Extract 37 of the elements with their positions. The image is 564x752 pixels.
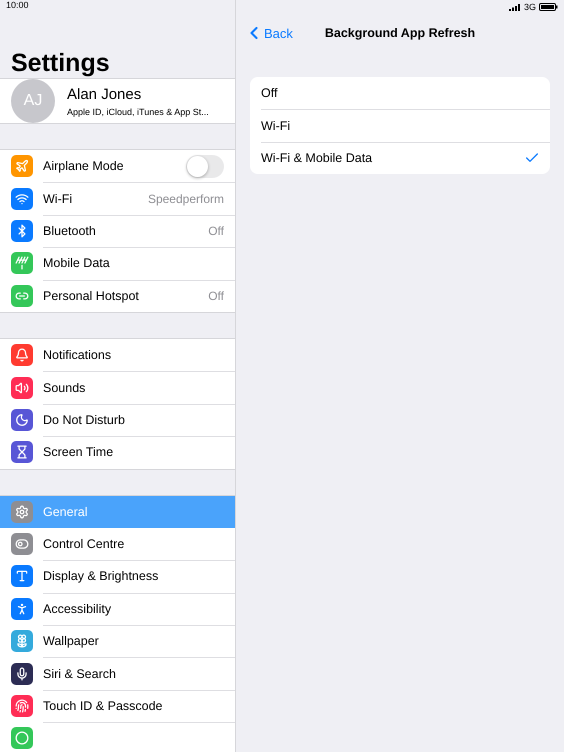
battery-icon [539, 3, 558, 11]
option-row[interactable]: Wi-Fi [250, 109, 550, 142]
profile-subtitle: Apple ID, iCloud, iTunes & App St... [67, 106, 209, 116]
settings-title: Settings [11, 48, 111, 78]
row-label: Airplane Mode [43, 159, 124, 174]
row-label: Notifications [43, 348, 112, 362]
row-label: Wi-Fi [43, 192, 72, 206]
row-value: Speedperform [148, 192, 224, 206]
signal-icon [508, 4, 521, 10]
profile-row[interactable]: AJ Alan Jones Apple ID, iCloud, iTunes & App St... [0, 78, 235, 124]
option-row[interactable]: Wi-Fi & Mobile Data [250, 142, 550, 174]
row-label: Bluetooth [43, 224, 96, 238]
avatar: AJ [11, 79, 55, 123]
row-label: Wallpaper [43, 634, 99, 648]
row-label: Display & Brightness [43, 569, 158, 584]
row-value: Off [208, 224, 224, 238]
profile-name: Alan Jones [67, 86, 142, 102]
row-label: General [43, 504, 88, 519]
option-label: Wi-Fi & Mobile Data [261, 150, 372, 165]
row-label: Touch ID & Passcode [43, 699, 163, 714]
row-label: Mobile Data [43, 256, 110, 270]
option-row[interactable]: Off [250, 77, 550, 110]
status-time: 10:00 [6, 0, 29, 10]
row-label: Siri & Search [43, 666, 116, 681]
row-label: Personal Hotspot [43, 288, 139, 303]
row-value: Off [208, 288, 224, 303]
row-label: Control Centre [43, 537, 124, 552]
row-label: Sounds [43, 380, 86, 395]
toggle-switch[interactable] [186, 154, 224, 178]
network-label: 3G [524, 2, 536, 12]
row-label: Screen Time [43, 445, 114, 460]
page-title: Background App Refresh [324, 26, 476, 40]
option-label: Off [261, 86, 278, 100]
back-link[interactable]: Back [244, 23, 293, 43]
option-label: Wi-Fi [261, 118, 290, 133]
row-label: Do Not Disturb [43, 412, 125, 427]
row-label: Accessibility [43, 602, 112, 616]
